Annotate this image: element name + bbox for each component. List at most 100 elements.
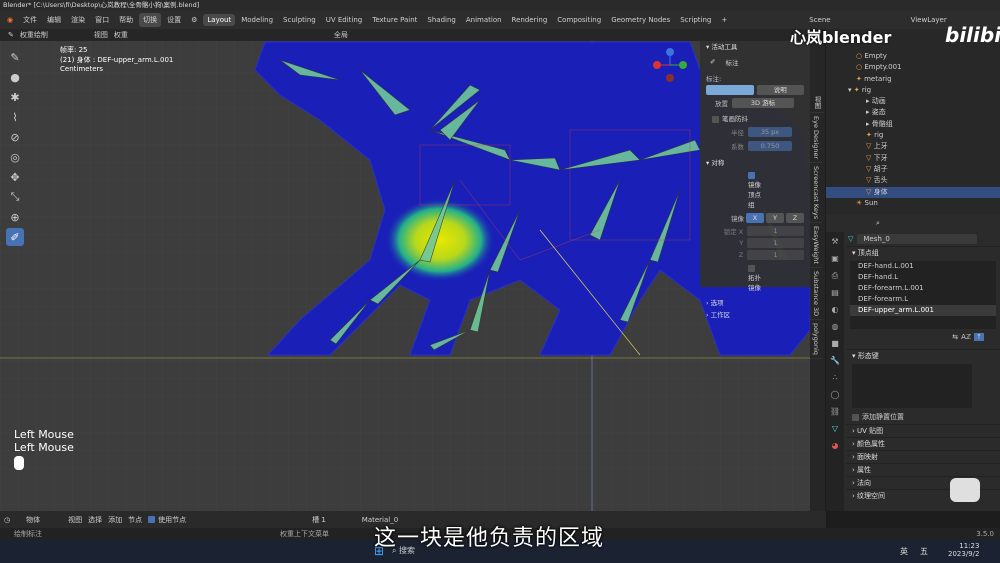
tab-substance-3d[interactable]: Substance 3D [810,268,822,321]
menu-help[interactable]: 帮助 [115,13,137,27]
outliner-row-animation[interactable]: ▸ 动画 [826,96,1000,107]
ime-lang[interactable]: 英 [900,546,908,557]
section-uv-maps[interactable]: › UV 贴图 [846,424,1000,437]
menu-window[interactable]: 窗口 [91,13,113,27]
gear-icon[interactable]: ⚙ [187,14,201,26]
tab-shading[interactable]: Shading [423,14,459,26]
mirror-vertex-groups-option[interactable]: 镜像顶点组 [700,169,810,211]
slot-dropdown[interactable]: 槽 1 [312,515,326,525]
vertex-group-item[interactable]: DEF-forearm.L [850,294,996,305]
mesh-name-field[interactable]: Mesh_0 [857,234,978,244]
sample-weight-icon[interactable]: ◎ [6,148,24,166]
outliner-row-body[interactable]: ▽ 身体 [826,186,1000,198]
move-tool-icon[interactable]: ✥ [6,168,24,186]
section-color-attributes[interactable]: › 颜色属性 [846,437,1000,450]
sort-reverse-icon[interactable]: ↑ [974,333,984,341]
tab-scripting[interactable]: Scripting [676,14,715,26]
gradient-tool-icon[interactable]: ⊘ [6,128,24,146]
settings-button[interactable]: 设置 [163,13,185,27]
render-tab-icon[interactable]: ▣ [828,252,842,266]
tab-easyweight[interactable]: EasyWeight [810,223,822,269]
tab-polygoniq[interactable]: polygoniq [810,320,822,360]
draw-brush-icon[interactable]: ✎ [6,48,24,66]
3d-viewport[interactable] [0,41,810,511]
vertex-groups-header[interactable]: ▾ 顶点组 [846,246,1000,259]
weights-menu[interactable]: 权重 [114,30,128,40]
outliner-row-pose[interactable]: ▸ 姿态 [826,107,1000,118]
tab-eye-designer[interactable]: Eye Designer [810,113,822,164]
scene-tab-icon[interactable]: ◐ [828,303,842,317]
blur-brush-icon[interactable]: ● [6,68,24,86]
factor-field[interactable]: 0.750 [748,141,792,151]
select-menu-bottom[interactable]: 选择 [88,515,102,525]
blender-logo-icon[interactable]: ◉ [3,14,17,26]
transform-tool-icon[interactable]: ⊕ [6,208,24,226]
world-tab-icon[interactable]: ◍ [828,320,842,334]
vertex-group-item[interactable]: DEF-hand.L [850,272,996,283]
material-tab-icon[interactable]: ◕ [828,439,842,453]
mode-switch-button[interactable]: 切换 [139,13,162,27]
view-menu-bottom[interactable]: 视图 [68,515,82,525]
section-face-maps[interactable]: › 面映射 [846,450,1000,463]
object-mode-dropdown[interactable]: 物体 [26,515,40,525]
lock-y-field[interactable]: 1 [747,238,804,248]
tab-compositing[interactable]: Compositing [553,14,605,26]
play-icon[interactable] [950,478,980,502]
sort-alpha-icon[interactable]: Aℤ [961,333,971,341]
tab-uv-editing[interactable]: UV Editing [322,14,367,26]
menu-file[interactable]: 文件 [19,13,41,27]
outliner-row-empty[interactable]: ○ Empty [826,51,1000,62]
mirror-y[interactable]: Y [766,213,784,223]
vertex-group-item[interactable]: DEF-forearm.L.001 [850,283,996,294]
vertex-group-list[interactable]: DEF-hand.L.001 DEF-hand.L DEF-forearm.L.… [850,261,996,329]
annotation-color-swatch[interactable] [706,85,754,95]
stabilize-option[interactable]: 笔画防抖 [700,111,810,125]
smear-brush-icon[interactable]: ⌇ [6,108,24,126]
add-rest-position-option[interactable]: 添加静置位置 [846,410,1000,424]
ime-mode[interactable]: 五 [920,546,928,557]
view-menu[interactable]: 视图 [94,30,108,40]
menu-render[interactable]: 渲染 [67,13,89,27]
tab-modeling[interactable]: Modeling [237,14,277,26]
outliner-row-whiskers[interactable]: ▽ 胡子 [826,164,1000,175]
tab-texture-paint[interactable]: Texture Paint [368,14,421,26]
weight-paint-mode-icon[interactable]: ✎ [8,31,14,39]
mirror-x[interactable]: X [746,213,764,223]
tab-sculpting[interactable]: Sculpting [279,14,320,26]
tool-tab-icon[interactable]: ⚒ [828,235,842,249]
topology-mirror-option[interactable]: 拓扑镜像 [700,261,810,295]
vertex-group-item[interactable]: DEF-hand.L.001 [850,261,996,272]
section-attributes[interactable]: › 属性 [846,463,1000,476]
object-tab-icon[interactable]: ■ [828,337,842,351]
outliner-row-tongue[interactable]: ▽ 舌头 [826,175,1000,186]
symmetry-header[interactable]: ▾ 对称 [700,157,810,169]
mode-dropdown[interactable]: 权重绘制 [20,30,48,40]
vertex-group-item-selected[interactable]: DEF-upper_arm.L.001 [850,305,996,316]
tab-layout[interactable]: Layout [203,14,236,26]
shape-keys-header[interactable]: ▾ 形态键 [846,349,1000,362]
mirror-z[interactable]: Z [786,213,804,223]
placement-dropdown[interactable]: 3D 游标 [732,98,794,108]
add-menu-bottom[interactable]: 添加 [108,515,122,525]
workspace-header[interactable]: › 工作区 [700,309,810,321]
tab-view[interactable]: 视图 [810,93,824,113]
lock-x-field[interactable]: 1 [747,226,804,236]
physics-tab-icon[interactable]: ◯ [828,388,842,402]
menu-edit[interactable]: 编辑 [43,13,65,27]
outliner-row-rig[interactable]: ▾ ✦ rig [826,85,1000,96]
outliner-row-sun[interactable]: ☀ Sun [826,198,1000,209]
lock-z-field[interactable]: 1 [747,250,804,260]
add-workspace-icon[interactable]: + [717,14,731,26]
tab-screencast-keys[interactable]: Screencast Keys [810,163,822,224]
view-layer-tab-icon[interactable]: ▤ [828,286,842,300]
sort-icon[interactable]: ⇆ [952,333,958,341]
outliner-row-empty-001[interactable]: ○ Empty.001 [826,62,1000,73]
outliner-row-rig-data[interactable]: ✦ rig [826,130,1000,141]
outliner-row-upper-teeth[interactable]: ▽ 上牙 [826,141,1000,152]
constraints-tab-icon[interactable]: ⛓ [828,405,842,419]
properties-search[interactable]: ⌕ [826,215,1000,232]
clock[interactable]: 11:23 2023/9/2 [948,542,979,558]
tab-animation[interactable]: Animation [462,14,506,26]
output-tab-icon[interactable]: ⎙ [828,269,842,283]
note-field[interactable]: 说明 [756,85,804,95]
